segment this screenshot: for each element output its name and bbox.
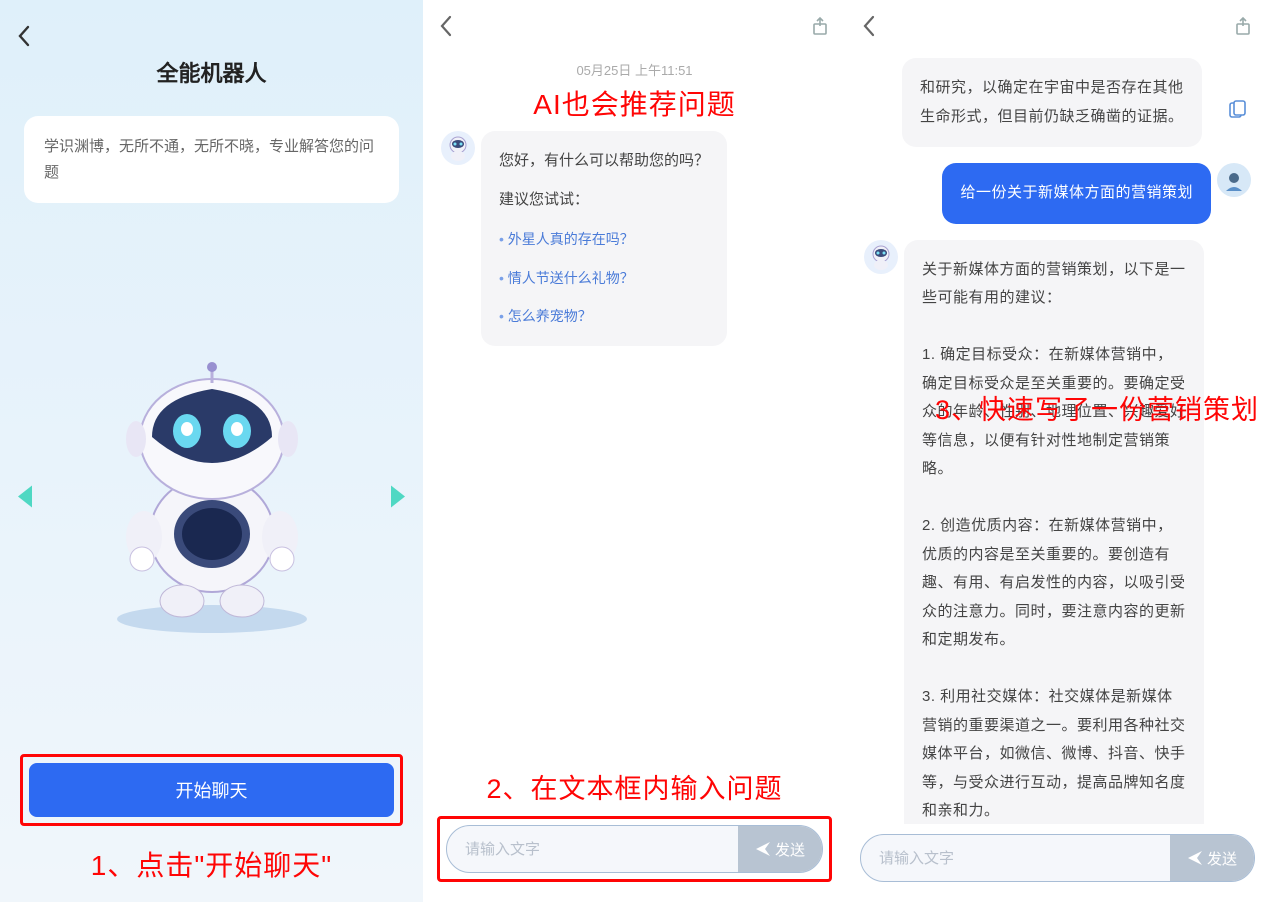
back-icon[interactable]	[862, 15, 876, 42]
bot-message-row: 关于新媒体方面的营销策划，以下是一些可能有用的建议： 1. 确定目标受众：在新媒…	[846, 232, 1269, 825]
carousel-next-icon[interactable]	[387, 481, 409, 516]
back-icon[interactable]	[16, 24, 32, 53]
page-title: 全能机器人	[0, 0, 423, 88]
message-input-area: 发送	[860, 834, 1255, 882]
input-wrap: 发送	[846, 824, 1269, 902]
send-label: 发送	[1207, 848, 1237, 869]
bot-avatar	[864, 240, 898, 274]
paper-plane-icon	[1187, 850, 1203, 866]
annotation-step3: 3、快速写了一份营销策划	[935, 388, 1259, 427]
copy-icon[interactable]	[1227, 100, 1247, 125]
suggestion-header: 建议您试试：	[499, 186, 709, 215]
bot-message-plan: 关于新媒体方面的营销策划，以下是一些可能有用的建议： 1. 确定目标受众：在新媒…	[904, 240, 1204, 825]
annotation-step1: 1、点击"开始聊天"	[0, 844, 423, 884]
bot-description: 学识渊博，无所不通，无所不晓，专业解答您的问题	[24, 116, 399, 203]
bot-message-row: 和研究，以确定在宇宙中是否存在其他生命形式，但目前仍缺乏确凿的证据。	[846, 50, 1269, 155]
input-highlight: 发送	[437, 816, 832, 882]
intro-panel: 全能机器人 学识渊博，无所不通，无所不晓，专业解答您的问题	[0, 0, 423, 902]
suggestion-item-valentines[interactable]: 情人节送什么礼物？	[499, 265, 709, 292]
annotation-step2: 2、在文本框内输入问题	[423, 767, 846, 806]
robot-image	[82, 349, 342, 649]
chat-empty-panel: 05月25日 上午11:51 AI也会推荐问题 您好，有什么可以帮助您的吗？ 建…	[423, 0, 846, 902]
annotation-ai-suggest: AI也会推荐问题	[423, 83, 846, 123]
chat-filled-panel: 和研究，以确定在宇宙中是否存在其他生命形式，但目前仍缺乏确凿的证据。 给一份关于…	[846, 0, 1269, 902]
topbar	[846, 0, 1269, 50]
back-icon[interactable]	[439, 15, 453, 42]
topbar	[423, 0, 846, 50]
user-message-bubble: 给一份关于新媒体方面的营销策划	[942, 163, 1211, 224]
share-icon[interactable]	[810, 16, 830, 41]
suggestion-item-pets[interactable]: 怎么养宠物？	[499, 303, 709, 330]
message-input[interactable]	[447, 826, 738, 872]
share-icon[interactable]	[1233, 16, 1253, 41]
chat-timestamp: 05月25日 上午11:51	[423, 60, 846, 79]
send-button[interactable]: 发送	[738, 826, 822, 872]
send-label: 发送	[775, 839, 805, 860]
suggestion-item-aliens[interactable]: 外星人真的存在吗？	[499, 226, 709, 253]
message-input-area: 发送	[446, 825, 823, 873]
message-input[interactable]	[861, 835, 1170, 881]
greeting-text: 您好，有什么可以帮助您的吗？	[499, 147, 709, 176]
send-button[interactable]: 发送	[1170, 835, 1254, 881]
carousel-prev-icon[interactable]	[14, 481, 36, 516]
bot-message-row: 您好，有什么可以帮助您的吗？ 建议您试试： 外星人真的存在吗？ 情人节送什么礼物…	[423, 123, 846, 354]
start-button-highlight: 开始聊天	[20, 754, 403, 826]
paper-plane-icon	[755, 841, 771, 857]
bot-message-partial: 和研究，以确定在宇宙中是否存在其他生命形式，但目前仍缺乏确凿的证据。	[902, 58, 1202, 147]
user-avatar	[1217, 163, 1251, 197]
bot-greeting-bubble: 您好，有什么可以帮助您的吗？ 建议您试试： 外星人真的存在吗？ 情人节送什么礼物…	[481, 131, 727, 346]
bot-avatar	[441, 131, 475, 165]
user-message-row: 给一份关于新媒体方面的营销策划	[846, 155, 1269, 232]
robot-carousel	[0, 243, 423, 754]
start-chat-button[interactable]: 开始聊天	[29, 763, 394, 817]
